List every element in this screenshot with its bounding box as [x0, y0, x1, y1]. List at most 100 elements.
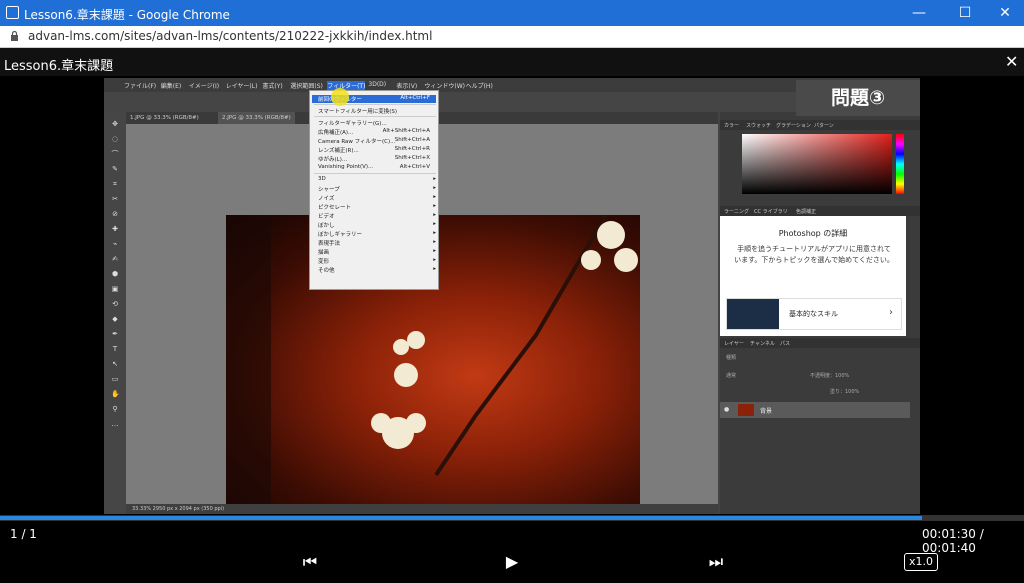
filter-menu[interactable]: 前回のフィルターAlt+Ctrl+Fスマートフィルター用に変換(S)フィルターギ…	[309, 90, 439, 290]
panel-tab[interactable]: グラデーション	[776, 122, 811, 129]
hue-slider[interactable]	[896, 134, 904, 194]
ps-menu-item[interactable]: ファイル(F)	[124, 81, 156, 90]
maximize-button[interactable]: ☐	[950, 3, 980, 23]
filter-menu-item[interactable]: Camera Raw フィルター(C)... Shift+Ctrl+A	[318, 137, 436, 145]
ps-menu-item[interactable]: レイヤー(L)	[226, 81, 258, 90]
panel-tab[interactable]: 色調補正	[796, 208, 816, 215]
skip-forward-icon[interactable]: ⏭	[702, 551, 730, 573]
filter-menu-item[interactable]: ゆがみ(L)... Shift+Ctrl+X	[318, 155, 436, 163]
ps-tool-icon[interactable]: …	[111, 420, 119, 428]
ps-menu-item[interactable]: 3D(D)	[368, 81, 386, 88]
ps-tool-icon[interactable]: ✚	[111, 225, 119, 233]
filter-menu-item[interactable]: Vanishing Point(V)... Alt+Ctrl+V	[318, 164, 436, 172]
filter-menu-item[interactable]: その他 ▸	[318, 266, 436, 274]
color-picker-field[interactable]	[742, 134, 892, 194]
submenu-arrow-icon: ▸	[433, 230, 436, 236]
menu-separator	[314, 173, 436, 174]
ps-menu-item[interactable]: 書式(Y)	[262, 81, 282, 90]
ps-tool-icon[interactable]: ↖	[111, 360, 119, 368]
ps-tool-icon[interactable]: ⟲	[111, 300, 119, 308]
ps-tool-icon[interactable]: ⊘	[111, 210, 119, 218]
filter-menu-item[interactable]: ぼかし ▸	[318, 221, 436, 229]
ps-menu-item[interactable]: 編集(E)	[161, 81, 181, 90]
speed-button[interactable]: x1.0	[904, 553, 938, 571]
panel-tab[interactable]: ラーニング	[724, 208, 749, 215]
filter-menu-item[interactable]: ピクセレート ▸	[318, 203, 436, 211]
ps-tool-icon[interactable]: ◆	[111, 315, 119, 323]
learn-item[interactable]: 基本的なスキル ›	[726, 298, 902, 330]
learn-thumbnail	[727, 299, 779, 329]
ps-tool-icon[interactable]: ▣	[111, 285, 119, 293]
filter-menu-item[interactable]: レンズ補正(R)... Shift+Ctrl+R	[318, 146, 436, 154]
filter-menu-item[interactable]: シャープ ▸	[318, 185, 436, 193]
filter-menu-label: ぼかし	[318, 223, 335, 229]
submenu-arrow-icon: ▸	[433, 194, 436, 200]
ps-tool-icon[interactable]: ⌗	[111, 180, 119, 188]
ps-tool-icon[interactable]: T	[111, 345, 119, 353]
eye-icon[interactable]: ●	[724, 406, 729, 413]
ps-tool-icon[interactable]: ⬢	[111, 270, 119, 278]
filter-menu-label: ノイズ	[318, 196, 335, 202]
learn-panel-tabs: ラーニング CC ライブラリ 色調補正	[720, 206, 920, 216]
panel-tab[interactable]: カラー	[724, 122, 739, 129]
ps-menu-item[interactable]: ヘルプ(H)	[466, 81, 493, 90]
filter-menu-item[interactable]: 広角補正(A)... Alt+Shift+Ctrl+A	[318, 128, 436, 136]
ps-tool-icon[interactable]: ⌒	[111, 150, 119, 158]
panel-tab[interactable]: パターン	[814, 122, 834, 129]
ps-menu-item[interactable]: 選択範囲(S)	[290, 81, 323, 90]
ps-menu-item[interactable]: ウィンドウ(W)	[424, 81, 465, 90]
filter-menu-item[interactable]: 表現手法 ▸	[318, 239, 436, 247]
close-player-button[interactable]: ✕	[1005, 52, 1018, 71]
panel-tab[interactable]: パス	[780, 340, 790, 347]
ps-tool-icon[interactable]: ✂	[111, 195, 119, 203]
player-controls: 1 / 1 00:01:30 / 00:01:40 ⏮ ▶ ⏭ x1.0	[0, 521, 1024, 583]
filter-menu-item[interactable]: 変形 ▸	[318, 257, 436, 265]
ps-tool-icon[interactable]: ◌	[111, 135, 119, 143]
filter-menu-label: 描画	[318, 250, 330, 256]
ps-menu-item[interactable]: イメージ(I)	[189, 81, 219, 90]
play-icon[interactable]: ▶	[498, 551, 526, 573]
submenu-arrow-icon: ▸	[433, 221, 436, 227]
color-panel-tabs: カラー スウォッチ グラデーション パターン	[720, 120, 920, 130]
submenu-arrow-icon: ▸	[433, 266, 436, 272]
skip-back-icon[interactable]: ⏮	[296, 551, 324, 573]
filter-menu-item[interactable]: フィルターギャラリー(G)...	[318, 119, 436, 127]
ps-tool-icon[interactable]: ✥	[111, 120, 119, 128]
lock-icon	[11, 31, 18, 41]
url-text[interactable]: advan-lms.com/sites/advan-lms/contents/2…	[28, 29, 432, 43]
filter-menu-label: ビデオ	[318, 214, 335, 220]
panel-tab[interactable]: CC ライブラリ	[754, 208, 788, 215]
lesson-title: Lesson6.章末課題	[4, 59, 114, 74]
ps-menu-item[interactable]: 表示(V)	[396, 81, 417, 90]
panel-tab[interactable]: スウォッチ	[746, 122, 771, 129]
ps-tool-icon[interactable]: ✋	[111, 390, 120, 398]
ps-tool-icon[interactable]: ✒	[111, 330, 119, 338]
question-label: 問題③	[796, 80, 920, 116]
ps-tool-icon[interactable]: ⚲	[111, 405, 119, 413]
ps-tool-icon[interactable]: ▭	[111, 375, 119, 383]
filter-menu-label: 表現手法	[318, 241, 341, 247]
shortcut-text: Shift+Ctrl+A	[394, 137, 430, 143]
ps-menu-item[interactable]: フィルター(T)	[327, 81, 366, 90]
panel-tab[interactable]: レイヤー	[724, 340, 744, 347]
ps-document-tabs: 1.JPG @ 33.3% (RGB/8#) 2.JPG @ 33.3% (RG…	[126, 112, 806, 124]
filter-menu-label: スマートフィルター用に変換(S)	[318, 109, 398, 115]
learn-title: Photoshop の詳細	[778, 229, 848, 238]
filter-menu-item[interactable]: 描画 ▸	[318, 248, 436, 256]
filter-menu-item[interactable]: 3D ▸	[318, 176, 436, 184]
filter-menu-item[interactable]: ぼかしギャラリー ▸	[318, 230, 436, 238]
filter-menu-item[interactable]: スマートフィルター用に変換(S)	[318, 107, 436, 115]
filter-menu-item[interactable]: ノイズ ▸	[318, 194, 436, 202]
ps-tool-icon[interactable]: ✎	[111, 165, 119, 173]
address-bar[interactable]: advan-lms.com/sites/advan-lms/contents/2…	[0, 26, 1024, 48]
close-window-button[interactable]: ✕	[990, 3, 1020, 23]
fill-label: 塗り：100%	[830, 389, 860, 395]
ps-tool-icon[interactable]: ✍	[111, 255, 119, 263]
minimize-button[interactable]: —	[904, 3, 934, 23]
ps-tool-icon[interactable]: ⌁	[111, 240, 119, 248]
layer-row[interactable]: ● 背景	[720, 402, 910, 418]
video-frame[interactable]: ファイル(F) 編集(E) イメージ(I) レイヤー(L) 書式(Y) 選択範囲(S) フィ…	[104, 78, 920, 514]
window-title: Lesson6.章末課題 - Google Chrome	[24, 8, 230, 22]
filter-menu-item[interactable]: ビデオ ▸	[318, 212, 436, 220]
panel-tab[interactable]: チャンネル	[750, 340, 775, 347]
